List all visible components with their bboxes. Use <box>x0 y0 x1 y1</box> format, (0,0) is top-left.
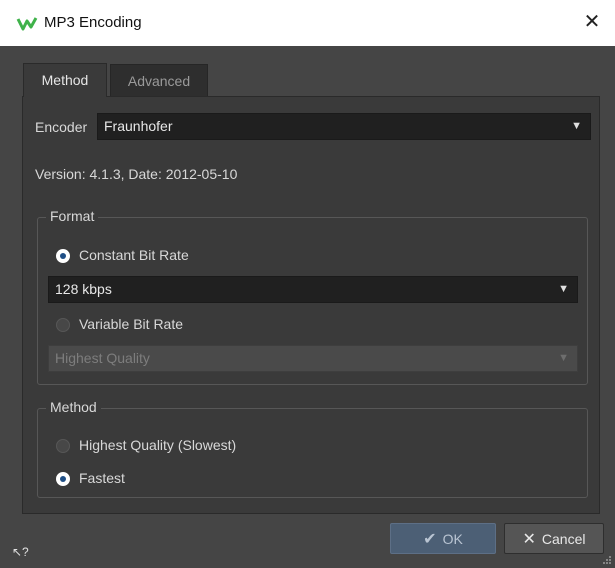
highest-quality-radio[interactable] <box>56 439 70 453</box>
vbr-quality-select: Highest Quality ▼ <box>48 345 578 372</box>
chevron-down-icon: ▼ <box>558 283 569 295</box>
x-icon: ✕ <box>522 530 536 548</box>
format-group-title: Format <box>46 208 99 224</box>
vbr-radio[interactable] <box>56 318 70 332</box>
cancel-button-label: Cancel <box>541 530 586 547</box>
resize-grip-icon[interactable] <box>602 555 612 565</box>
bitrate-select[interactable]: 128 kbps ▼ <box>48 276 578 303</box>
highest-quality-label[interactable]: Highest Quality (Slowest) <box>79 437 236 453</box>
version-text: Version: 4.1.3, Date: 2012-05-10 <box>35 166 238 182</box>
context-help-icon[interactable]: ↖? <box>12 545 29 559</box>
close-button[interactable]: ✕ <box>579 9 605 35</box>
encoder-select[interactable]: Fraunhofer ▼ <box>97 113 591 140</box>
wavelab-icon <box>16 17 38 31</box>
tab-method[interactable]: Method <box>23 63 107 97</box>
cbr-radio[interactable] <box>56 249 70 263</box>
window-title: MP3 Encoding <box>44 14 142 31</box>
tab-advanced[interactable]: Advanced <box>110 64 208 96</box>
ok-button-label: OK <box>442 530 463 547</box>
chevron-down-icon: ▼ <box>558 352 569 364</box>
fastest-radio[interactable] <box>56 472 70 486</box>
bitrate-value: 128 kbps <box>55 281 112 297</box>
chevron-down-icon: ▼ <box>571 120 582 132</box>
method-tab-panel: Encoder Fraunhofer ▼ Version: 4.1.3, Dat… <box>22 96 600 514</box>
checkmark-icon: ✔ <box>423 530 437 548</box>
encoder-value: Fraunhofer <box>104 118 173 134</box>
fastest-label[interactable]: Fastest <box>79 470 125 486</box>
cancel-button[interactable]: ✕ Cancel <box>504 523 604 554</box>
method-group-title: Method <box>46 399 101 415</box>
method-group: Method Highest Quality (Slowest) Fastest <box>37 399 588 498</box>
format-group: Format Constant Bit Rate 128 kbps ▼ Vari… <box>37 208 588 385</box>
title-bar: MP3 Encoding ✕ <box>0 0 615 46</box>
vbr-quality-value: Highest Quality <box>55 350 150 366</box>
ok-button[interactable]: ✔ OK <box>390 523 496 554</box>
vbr-label[interactable]: Variable Bit Rate <box>79 316 183 332</box>
cbr-label[interactable]: Constant Bit Rate <box>79 247 189 263</box>
encoder-label: Encoder <box>35 119 88 135</box>
